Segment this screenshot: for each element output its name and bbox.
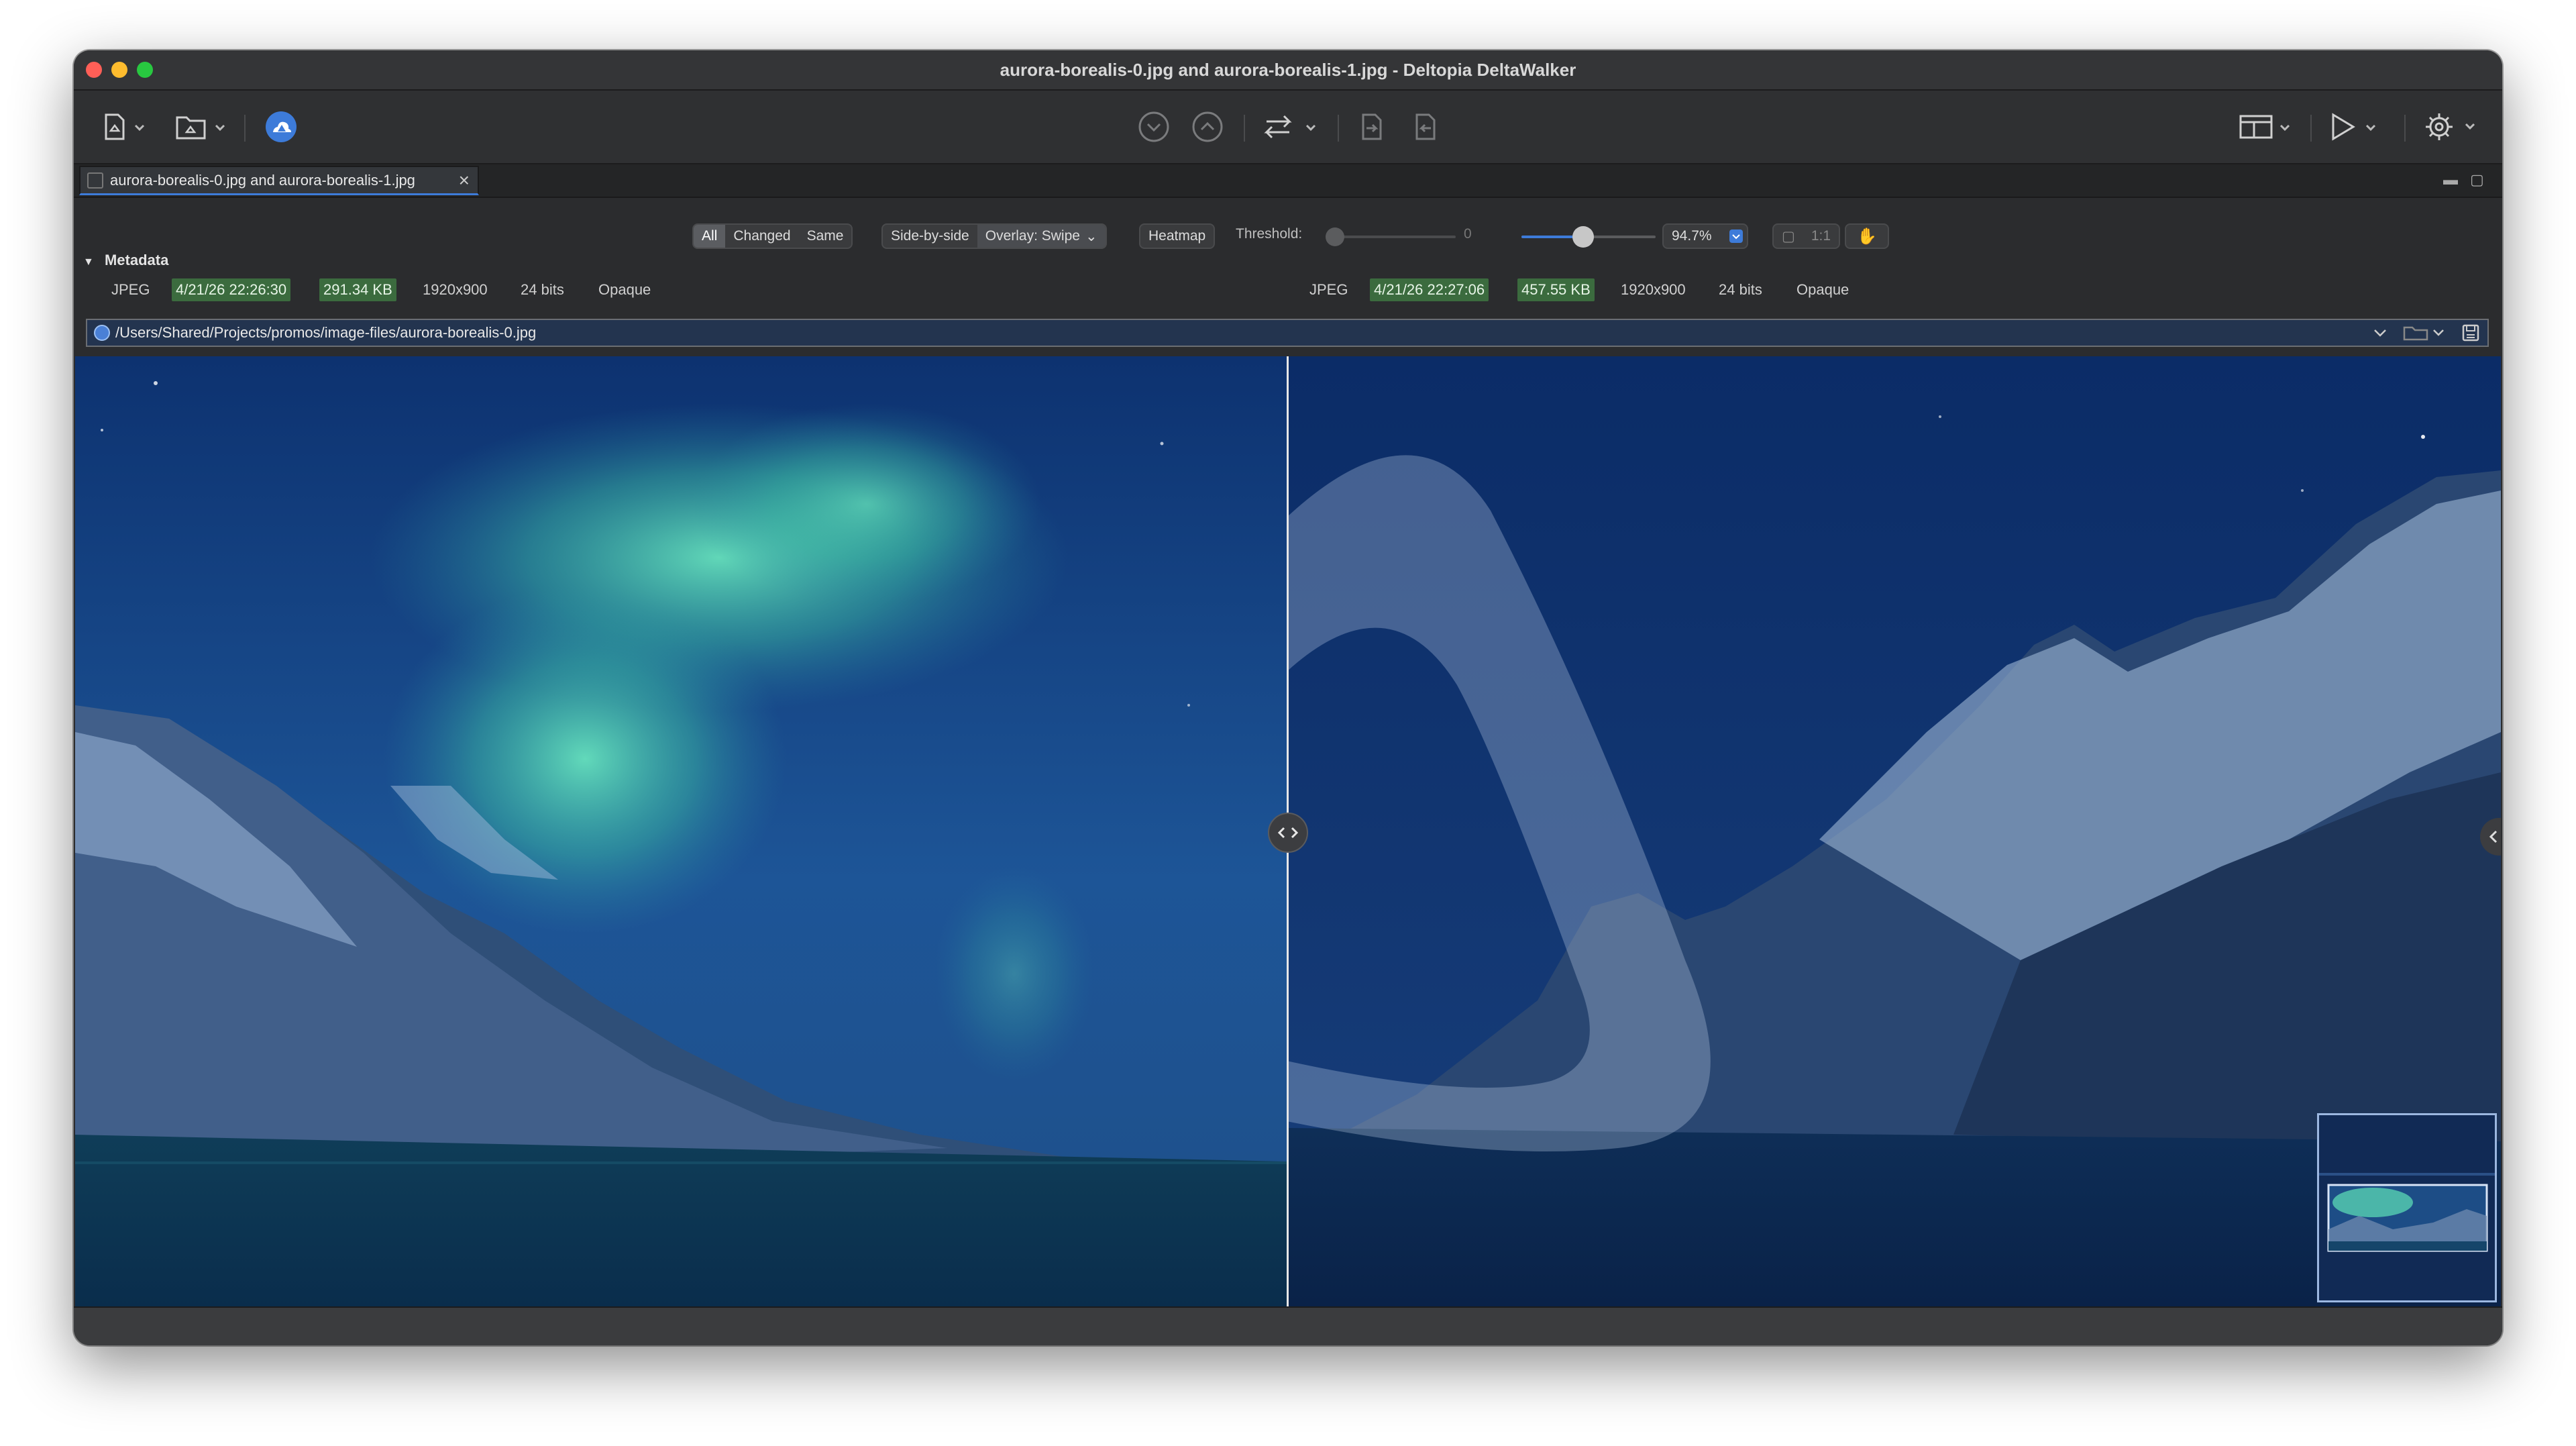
status-bar <box>74 1306 2502 1345</box>
comparison-controls: All Changed Same Side-by-side Overlay: S… <box>74 198 2502 252</box>
copy-right-icon <box>1362 113 1382 140</box>
threshold-label: Threshold: <box>1236 226 1303 242</box>
threshold-slider-track[interactable] <box>1335 236 1456 238</box>
right-format: JPEG <box>1309 281 1348 298</box>
zoom-slider-knob[interactable] <box>1572 226 1594 248</box>
chevron-down-icon: ⌄ <box>1085 228 1097 244</box>
filter-changed[interactable]: Changed <box>725 225 798 248</box>
swipe-arrows-icon <box>1277 827 1299 839</box>
tab-strip: aurora-borealis-0.jpg and aurora-boreali… <box>74 164 2502 198</box>
filter-same[interactable]: Same <box>799 225 852 248</box>
path-history-icon[interactable] <box>2371 323 2390 342</box>
previous-difference-button[interactable] <box>1190 111 1225 143</box>
tab-close-icon[interactable]: × <box>459 170 470 190</box>
window-title: aurora-borealis-0.jpg and aurora-boreali… <box>1000 60 1576 80</box>
metadata-title: Metadata <box>104 252 169 268</box>
swap-button[interactable] <box>1263 111 1323 143</box>
new-file-compare-button[interactable] <box>101 111 148 143</box>
next-difference-button[interactable] <box>1136 111 1171 143</box>
file-path-bar[interactable]: /Users/Shared/Projects/promos/image-file… <box>86 319 2489 347</box>
settings-button[interactable] <box>2423 111 2483 143</box>
toolbar <box>74 91 2502 164</box>
right-alpha: Opaque <box>1796 281 1849 298</box>
threshold-value: 0 <box>1464 226 1472 242</box>
toolbar-separator <box>244 115 246 142</box>
deltawalker-cloud-button[interactable] <box>264 111 298 143</box>
minimize-pane-icon[interactable]: ▬ <box>2443 171 2458 189</box>
left-dims: 1920x900 <box>423 281 488 298</box>
zoom-dropdown-icon[interactable] <box>1725 225 1747 248</box>
deltawalker-cloud-icon <box>266 111 297 142</box>
metadata-header[interactable]: ▼ Metadata <box>83 252 168 269</box>
pan-tool-segment: ✋ <box>1845 223 1889 249</box>
heatmap-segment: Heatmap <box>1139 223 1216 249</box>
layout-icon <box>2239 115 2290 139</box>
file-path[interactable]: /Users/Shared/Projects/promos/image-file… <box>115 324 536 342</box>
swap-icon <box>1264 115 1316 139</box>
run-button[interactable] <box>2328 111 2384 143</box>
new-folder-compare-icon <box>176 116 225 140</box>
chevron-left-icon <box>2489 830 2498 843</box>
tab-checkbox[interactable] <box>87 172 103 189</box>
run-icon <box>2332 113 2376 141</box>
swipe-handle[interactable] <box>1268 813 1308 853</box>
left-size: 291.34 KB <box>319 278 396 301</box>
mode-side-by-side[interactable]: Side-by-side <box>883 225 977 248</box>
fit-segment: ▢ 1:1 <box>1772 223 1841 249</box>
path-actions <box>2371 323 2481 343</box>
navigator-thumbnail[interactable] <box>2317 1113 2497 1302</box>
heatmap-button[interactable]: Heatmap <box>1140 225 1214 248</box>
copy-left-button[interactable] <box>1409 111 1444 143</box>
app-window: aurora-borealis-0.jpg and aurora-boreali… <box>74 50 2502 1345</box>
copy-right-button[interactable] <box>1355 111 1390 143</box>
settings-icon <box>2426 113 2475 140</box>
image-file-icon <box>94 325 110 341</box>
hand-icon[interactable]: ✋ <box>1849 225 1885 248</box>
metadata-row: JPEG 4/21/26 22:26:30 291.34 KB 1920x900… <box>74 278 2502 303</box>
copy-left-icon <box>1415 113 1436 140</box>
toolbar-separator <box>2310 115 2312 142</box>
layout-button[interactable] <box>2237 111 2297 143</box>
actual-size-button[interactable]: 1:1 <box>1803 225 1839 248</box>
maximize-pane-icon[interactable]: ▢ <box>2470 171 2484 189</box>
disclosure-triangle-icon[interactable]: ▼ <box>83 256 94 268</box>
new-file-compare-icon <box>105 113 145 140</box>
left-date: 4/21/26 22:26:30 <box>172 278 291 301</box>
tab-comparison[interactable]: aurora-borealis-0.jpg and aurora-boreali… <box>79 166 479 195</box>
new-folder-compare-button[interactable] <box>174 111 228 143</box>
navigator-preview-image <box>2319 1115 2495 1300</box>
toolbar-separator <box>1338 115 1339 142</box>
previous-difference-icon <box>1192 111 1223 142</box>
zoom-value[interactable]: 94.7% <box>1664 225 1720 248</box>
right-dims: 1920x900 <box>1621 281 1686 298</box>
next-difference-icon <box>1138 111 1169 142</box>
image-compare-viewer[interactable] <box>75 356 2501 1306</box>
toolbar-separator <box>2404 115 2406 142</box>
left-format: JPEG <box>111 281 150 298</box>
left-alpha: Opaque <box>598 281 651 298</box>
zoom-combo[interactable]: 94.7% <box>1662 223 1748 249</box>
browse-folder-icon[interactable] <box>2402 323 2449 342</box>
mode-segment: Side-by-side Overlay: Swipe ⌄ <box>881 223 1107 249</box>
threshold-slider-knob[interactable] <box>1326 227 1344 246</box>
save-icon[interactable] <box>2461 323 2481 343</box>
right-bits: 24 bits <box>1719 281 1762 298</box>
left-bits: 24 bits <box>521 281 564 298</box>
right-size: 457.55 KB <box>1517 278 1595 301</box>
right-date: 4/21/26 22:27:06 <box>1370 278 1489 301</box>
fit-window-icon[interactable]: ▢ <box>1774 225 1803 248</box>
filter-segment: All Changed Same <box>692 223 853 249</box>
tab-label: aurora-borealis-0.jpg and aurora-boreali… <box>110 171 415 189</box>
side-panel-toggle[interactable] <box>2480 818 2501 856</box>
filter-all[interactable]: All <box>694 225 726 248</box>
mode-overlay-select[interactable]: Overlay: Swipe ⌄ <box>977 225 1106 248</box>
title-bar: aurora-borealis-0.jpg and aurora-boreali… <box>74 50 2502 91</box>
mode-overlay-label: Overlay: Swipe <box>985 228 1080 244</box>
toolbar-separator <box>1244 115 1245 142</box>
